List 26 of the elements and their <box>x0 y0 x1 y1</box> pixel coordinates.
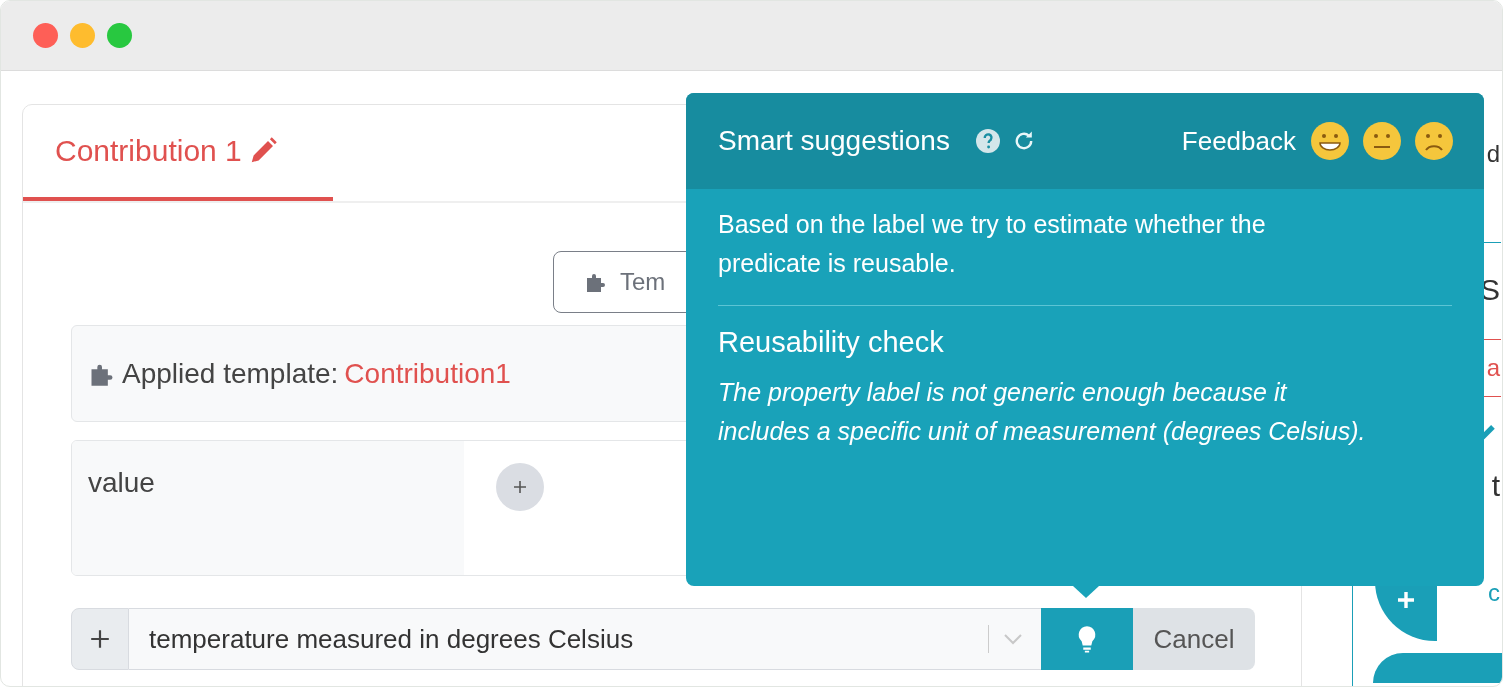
dropdown-toggle[interactable] <box>988 608 1041 670</box>
plus-icon <box>71 608 129 670</box>
neutral-face-icon[interactable] <box>1362 121 1402 161</box>
property-input-field[interactable]: temperature measured in degrees Celsius <box>129 608 988 670</box>
popover-title: Smart suggestions <box>718 125 950 157</box>
section-title: Reusability check <box>718 326 945 359</box>
reusability-explanation: The property label is not generic enough because it includes a specific unit of measurement (degrees Celsius). <box>718 377 1367 447</box>
zoom-window-button[interactable] <box>107 23 132 48</box>
plus-icon <box>1398 591 1414 608</box>
close-window-button[interactable] <box>33 23 58 48</box>
applied-template-label: Applied template: <box>122 357 339 390</box>
round-button[interactable] <box>1373 653 1502 683</box>
cancel-button[interactable]: Cancel <box>1133 608 1255 670</box>
feedback-label: Feedback <box>1181 125 1296 157</box>
contribution-tab[interactable]: Contribution 1 <box>23 105 333 201</box>
frowning-face-icon[interactable] <box>1414 121 1454 161</box>
grinning-face-icon[interactable] <box>1310 121 1350 161</box>
lightbulb-icon <box>1076 624 1098 654</box>
panel-text: t <box>1491 469 1501 503</box>
template-link[interactable]: Contribution1 <box>344 357 511 390</box>
property-label: value <box>72 441 464 575</box>
plus-icon <box>512 479 528 495</box>
suggestion-button[interactable] <box>1041 608 1133 670</box>
chevron-down-icon <box>1003 633 1023 645</box>
help-icon[interactable] <box>975 129 1000 153</box>
panel-text: d <box>1486 140 1501 168</box>
